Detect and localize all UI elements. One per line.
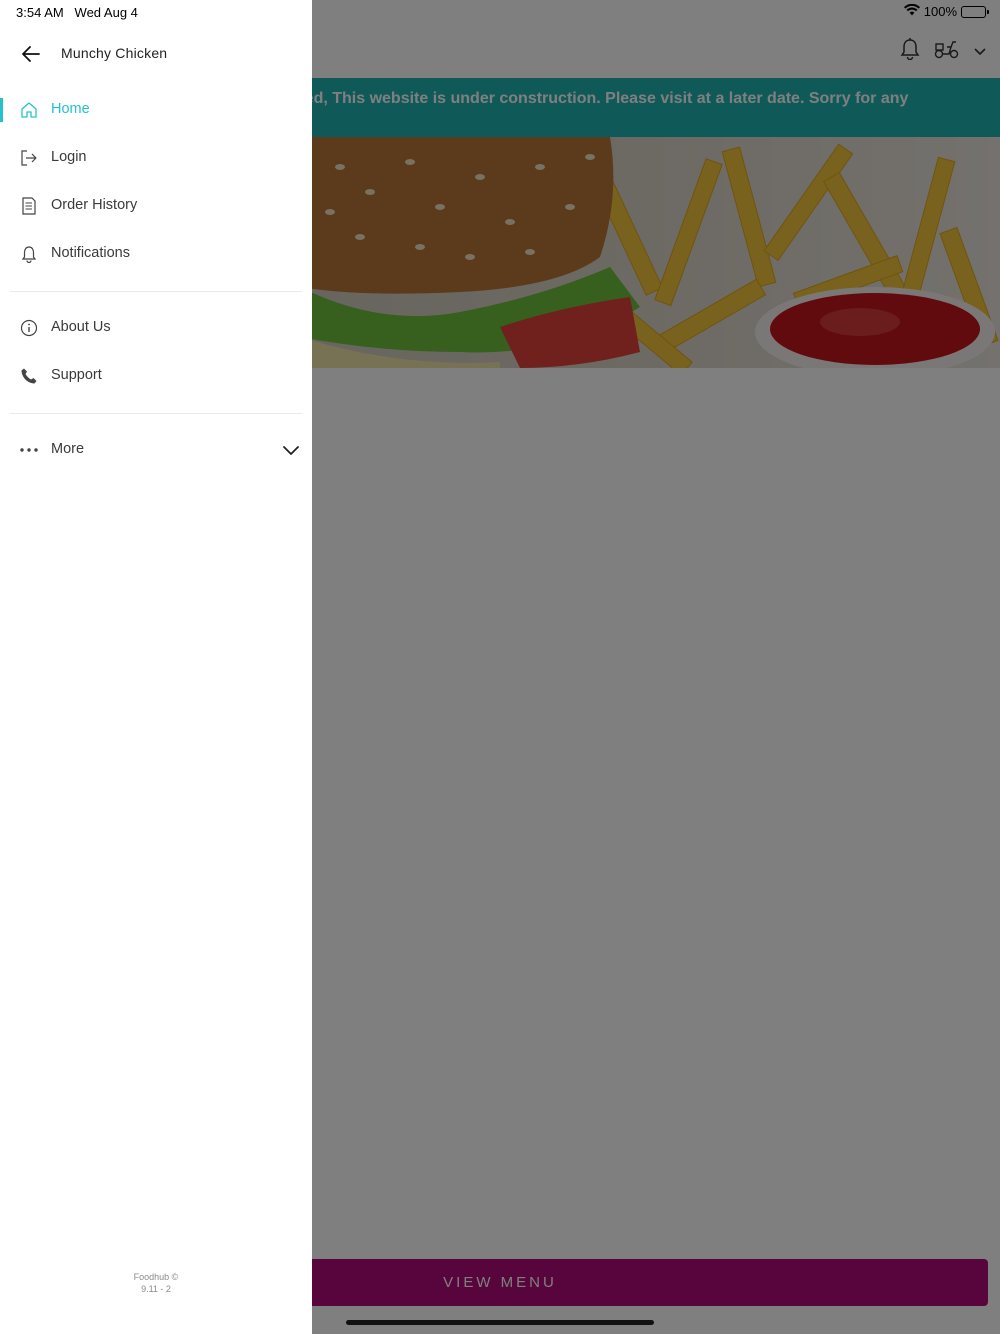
nav-label-login: Login — [51, 149, 87, 165]
nav-label-more: More — [51, 441, 85, 457]
drawer-footer: Foodhub © 9.11 - 2 — [0, 1271, 312, 1295]
copyright-text: Foodhub © — [133, 1272, 179, 1282]
nav-label-home: Home — [51, 101, 90, 117]
nav-item-about-us[interactable]: About Us — [0, 308, 312, 348]
receipt-icon — [19, 196, 39, 216]
nav-item-notifications[interactable]: Notifications — [0, 234, 312, 274]
home-icon — [19, 100, 39, 120]
nav-label-notifications: Notifications — [51, 245, 130, 261]
phone-icon — [19, 366, 39, 386]
nav-item-home[interactable]: Home — [0, 90, 312, 130]
nav-label-about-us: About Us — [51, 319, 111, 335]
back-arrow-icon[interactable] — [18, 42, 44, 66]
expand-chevron-icon[interactable] — [282, 441, 300, 459]
restaurant-name: Munchy Chicken — [61, 45, 168, 61]
status-time-value: 3:54 AM — [16, 5, 64, 20]
side-drawer: 3:54 AM Wed Aug 4 Munchy Chicken Home Lo… — [0, 0, 312, 1334]
nav-item-more[interactable]: More — [0, 430, 312, 470]
bell-icon — [19, 244, 39, 264]
nav-item-login[interactable]: Login — [0, 138, 312, 178]
drawer-header: Munchy Chicken — [0, 32, 312, 76]
drawer-divider — [10, 291, 302, 292]
version-text: 9.11 - 2 — [141, 1284, 171, 1294]
nav-item-support[interactable]: Support — [0, 356, 312, 396]
login-icon — [19, 148, 39, 168]
home-indicator — [346, 1320, 654, 1325]
drawer-divider — [10, 413, 302, 414]
nav-label-order-history: Order History — [51, 197, 138, 213]
info-icon — [19, 318, 39, 338]
nav-item-order-history[interactable]: Order History — [0, 186, 312, 226]
status-time: 3:54 AM Wed Aug 4 — [16, 5, 138, 20]
more-dots-icon — [19, 440, 39, 460]
nav-label-support: Support — [51, 367, 102, 383]
status-date: Wed Aug 4 — [74, 5, 138, 20]
